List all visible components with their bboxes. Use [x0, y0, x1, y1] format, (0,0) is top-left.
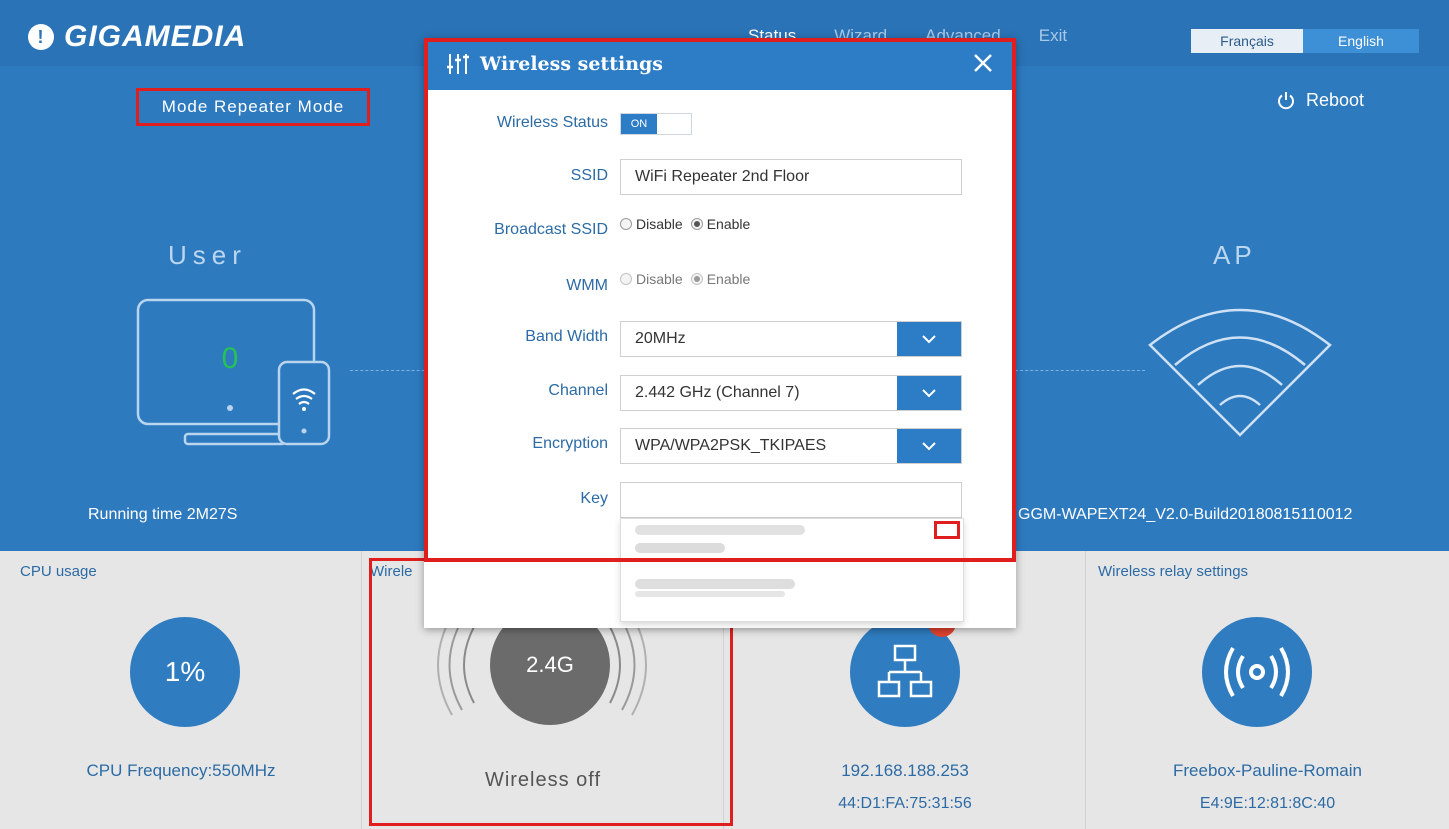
wireless-status-label: Wireless Status — [496, 114, 608, 131]
reboot-button[interactable]: Reboot — [1276, 90, 1364, 111]
logo-text: GIGAMEDIA — [64, 20, 247, 53]
power-icon — [1278, 91, 1294, 109]
broadcast-enable-radio[interactable] — [690, 218, 703, 230]
broadcast-ssid-label: Broadcast SSID — [494, 221, 608, 238]
channel-dropdown-button[interactable] — [897, 376, 961, 410]
ap-label: AP — [1213, 240, 1256, 270]
broadcast-disable-radio[interactable] — [620, 218, 632, 230]
cpu-usage-circle: 1% — [130, 617, 240, 727]
broadcast-disable-label: Disable — [636, 216, 683, 232]
close-icon[interactable] — [970, 50, 996, 76]
modal-title: Wireless settings — [480, 53, 663, 75]
broadcast-ssid-radios: Disable Enable — [620, 216, 750, 232]
channel-select[interactable]: 2.442 GHz (Channel 7) — [620, 375, 962, 411]
ssid-label: SSID — [570, 167, 608, 184]
firmware-build: GGM-WAPEXT24_V2.0-Build20180815110012 — [1018, 506, 1353, 523]
brand-logo: ! GIGAMEDIA — [28, 20, 246, 54]
network-topology-icon — [877, 644, 933, 698]
wmm-disable-radio[interactable] — [620, 273, 632, 285]
bandwidth-select[interactable]: 20MHz — [620, 321, 962, 357]
cpu-panel-title: CPU usage — [20, 563, 97, 580]
user-devices-icon: 0 — [136, 298, 331, 446]
mode-indicator: Mode Repeater Mode — [136, 88, 370, 126]
relay-panel-title: Wireless relay settings — [1098, 563, 1249, 580]
bandwidth-value: 20MHz — [635, 330, 686, 347]
encryption-dropdown-button[interactable] — [897, 429, 961, 463]
autocomplete-option-1-sub — [635, 543, 725, 553]
broadcast-icon — [1224, 646, 1290, 698]
wmm-disable-label: Disable — [636, 271, 683, 287]
channel-value: 2.442 GHz (Channel 7) — [635, 384, 800, 401]
relay-mac: E4:9E:12:81:8C:40 — [1199, 795, 1336, 812]
running-time: Running time 2M27S — [88, 506, 238, 523]
logo-icon: ! — [28, 24, 54, 50]
encryption-label: Encryption — [532, 435, 608, 452]
autocomplete-option-1[interactable] — [635, 525, 805, 535]
bandwidth-dropdown-button[interactable] — [897, 322, 961, 356]
cpu-frequency: CPU Frequency:550MHz — [86, 761, 276, 780]
modal-header: Wireless settings — [424, 38, 1016, 90]
ssid-input[interactable]: WiFi Repeater 2nd Floor — [620, 159, 962, 195]
nav-exit[interactable]: Exit — [1039, 26, 1067, 46]
language-switch: Français English — [1191, 29, 1419, 53]
network-ip: 192.168.188.253 — [841, 761, 969, 780]
channel-label: Channel — [548, 382, 608, 399]
bandwidth-label: Band Width — [525, 328, 608, 345]
link-line-right — [1015, 370, 1145, 371]
user-label: User — [168, 240, 247, 270]
wireless-status-toggle[interactable]: ON — [620, 113, 692, 135]
wmm-label: WMM — [566, 277, 608, 294]
toggle-on-label: ON — [621, 114, 657, 134]
encryption-select[interactable]: WPA/WPA2PSK_TKIPAES — [620, 428, 962, 464]
user-count: 0 — [222, 342, 239, 375]
encryption-value: WPA/WPA2PSK_TKIPAES — [635, 437, 827, 454]
sliders-icon — [447, 54, 469, 74]
lang-english-button[interactable]: English — [1303, 29, 1419, 53]
wmm-enable-radio[interactable] — [690, 273, 703, 285]
broadcast-enable-label: Enable — [706, 216, 751, 232]
key-label: Key — [580, 490, 608, 507]
chevron-down-icon — [922, 335, 936, 344]
lang-french-button[interactable]: Français — [1191, 29, 1303, 53]
ap-wifi-icon — [1148, 308, 1332, 437]
highlight-small-box — [934, 521, 960, 539]
key-input[interactable] — [620, 482, 962, 518]
relay-ssid: Freebox-Pauline-Romain — [1173, 761, 1362, 780]
network-mac: 44:D1:FA:75:31:56 — [838, 795, 972, 812]
wmm-radios: Disable Enable — [620, 271, 750, 287]
wmm-enable-label: Enable — [706, 271, 751, 287]
autocomplete-dropdown — [620, 518, 964, 622]
relay-circle[interactable] — [1202, 617, 1312, 727]
autocomplete-option-2[interactable] — [635, 579, 795, 589]
link-line-left — [350, 370, 430, 371]
chevron-down-icon — [922, 389, 936, 398]
reboot-label: Reboot — [1306, 90, 1365, 110]
autocomplete-option-2-sub — [635, 591, 785, 597]
chevron-down-icon — [922, 442, 936, 451]
